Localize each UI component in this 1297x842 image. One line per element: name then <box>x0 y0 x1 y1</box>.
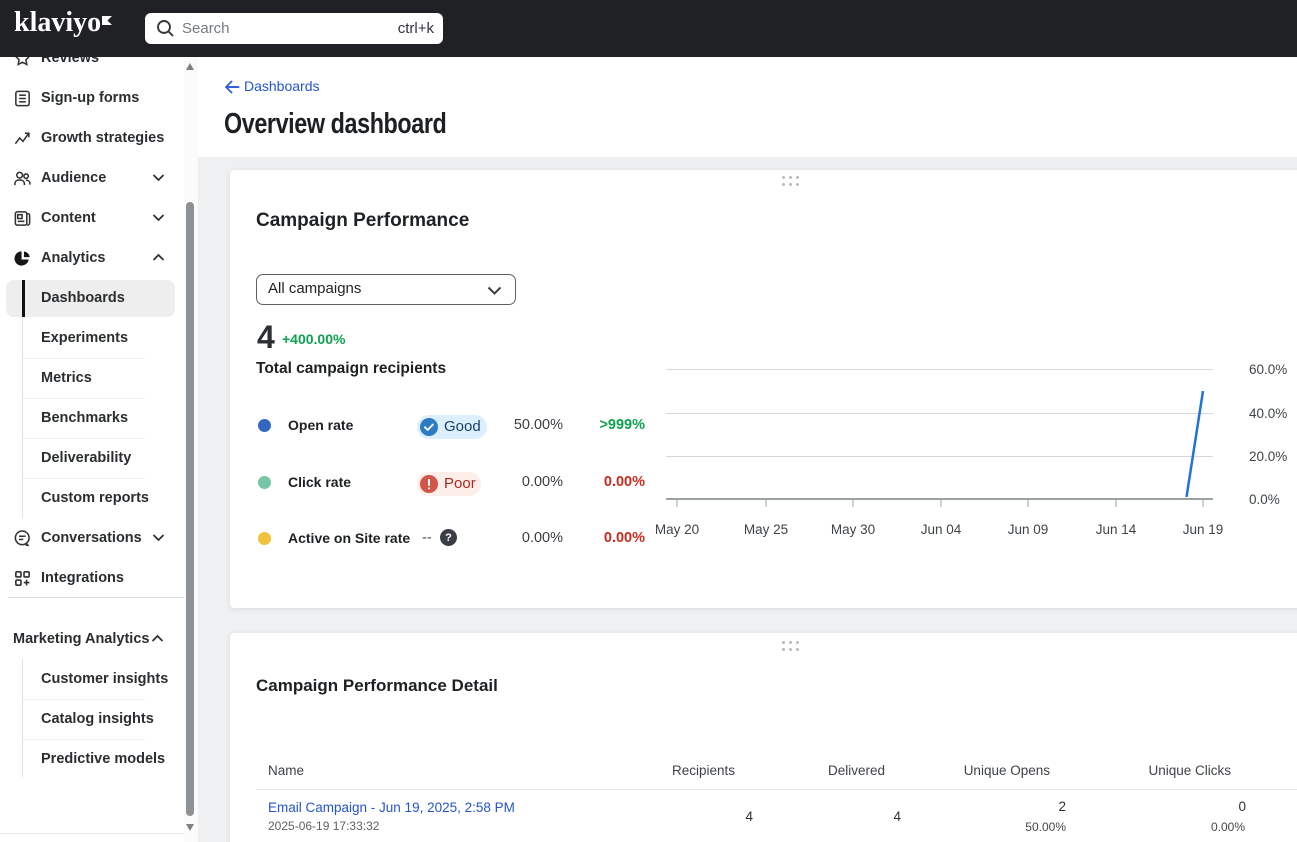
svg-text:May 20: May 20 <box>655 522 699 537</box>
svg-text:Jun 09: Jun 09 <box>1008 522 1049 537</box>
svg-text:Jun 14: Jun 14 <box>1096 522 1137 537</box>
svg-text:20.0%: 20.0% <box>1249 449 1287 464</box>
svg-text:0.0%: 0.0% <box>1249 492 1280 507</box>
svg-text:40.0%: 40.0% <box>1249 406 1287 421</box>
svg-text:May 30: May 30 <box>831 522 875 537</box>
svg-text:Jun 04: Jun 04 <box>921 522 962 537</box>
svg-text:Jun 19: Jun 19 <box>1183 522 1224 537</box>
svg-text:?: ? <box>445 532 452 544</box>
svg-text:60.0%: 60.0% <box>1249 362 1287 377</box>
svg-text:May 25: May 25 <box>744 522 788 537</box>
